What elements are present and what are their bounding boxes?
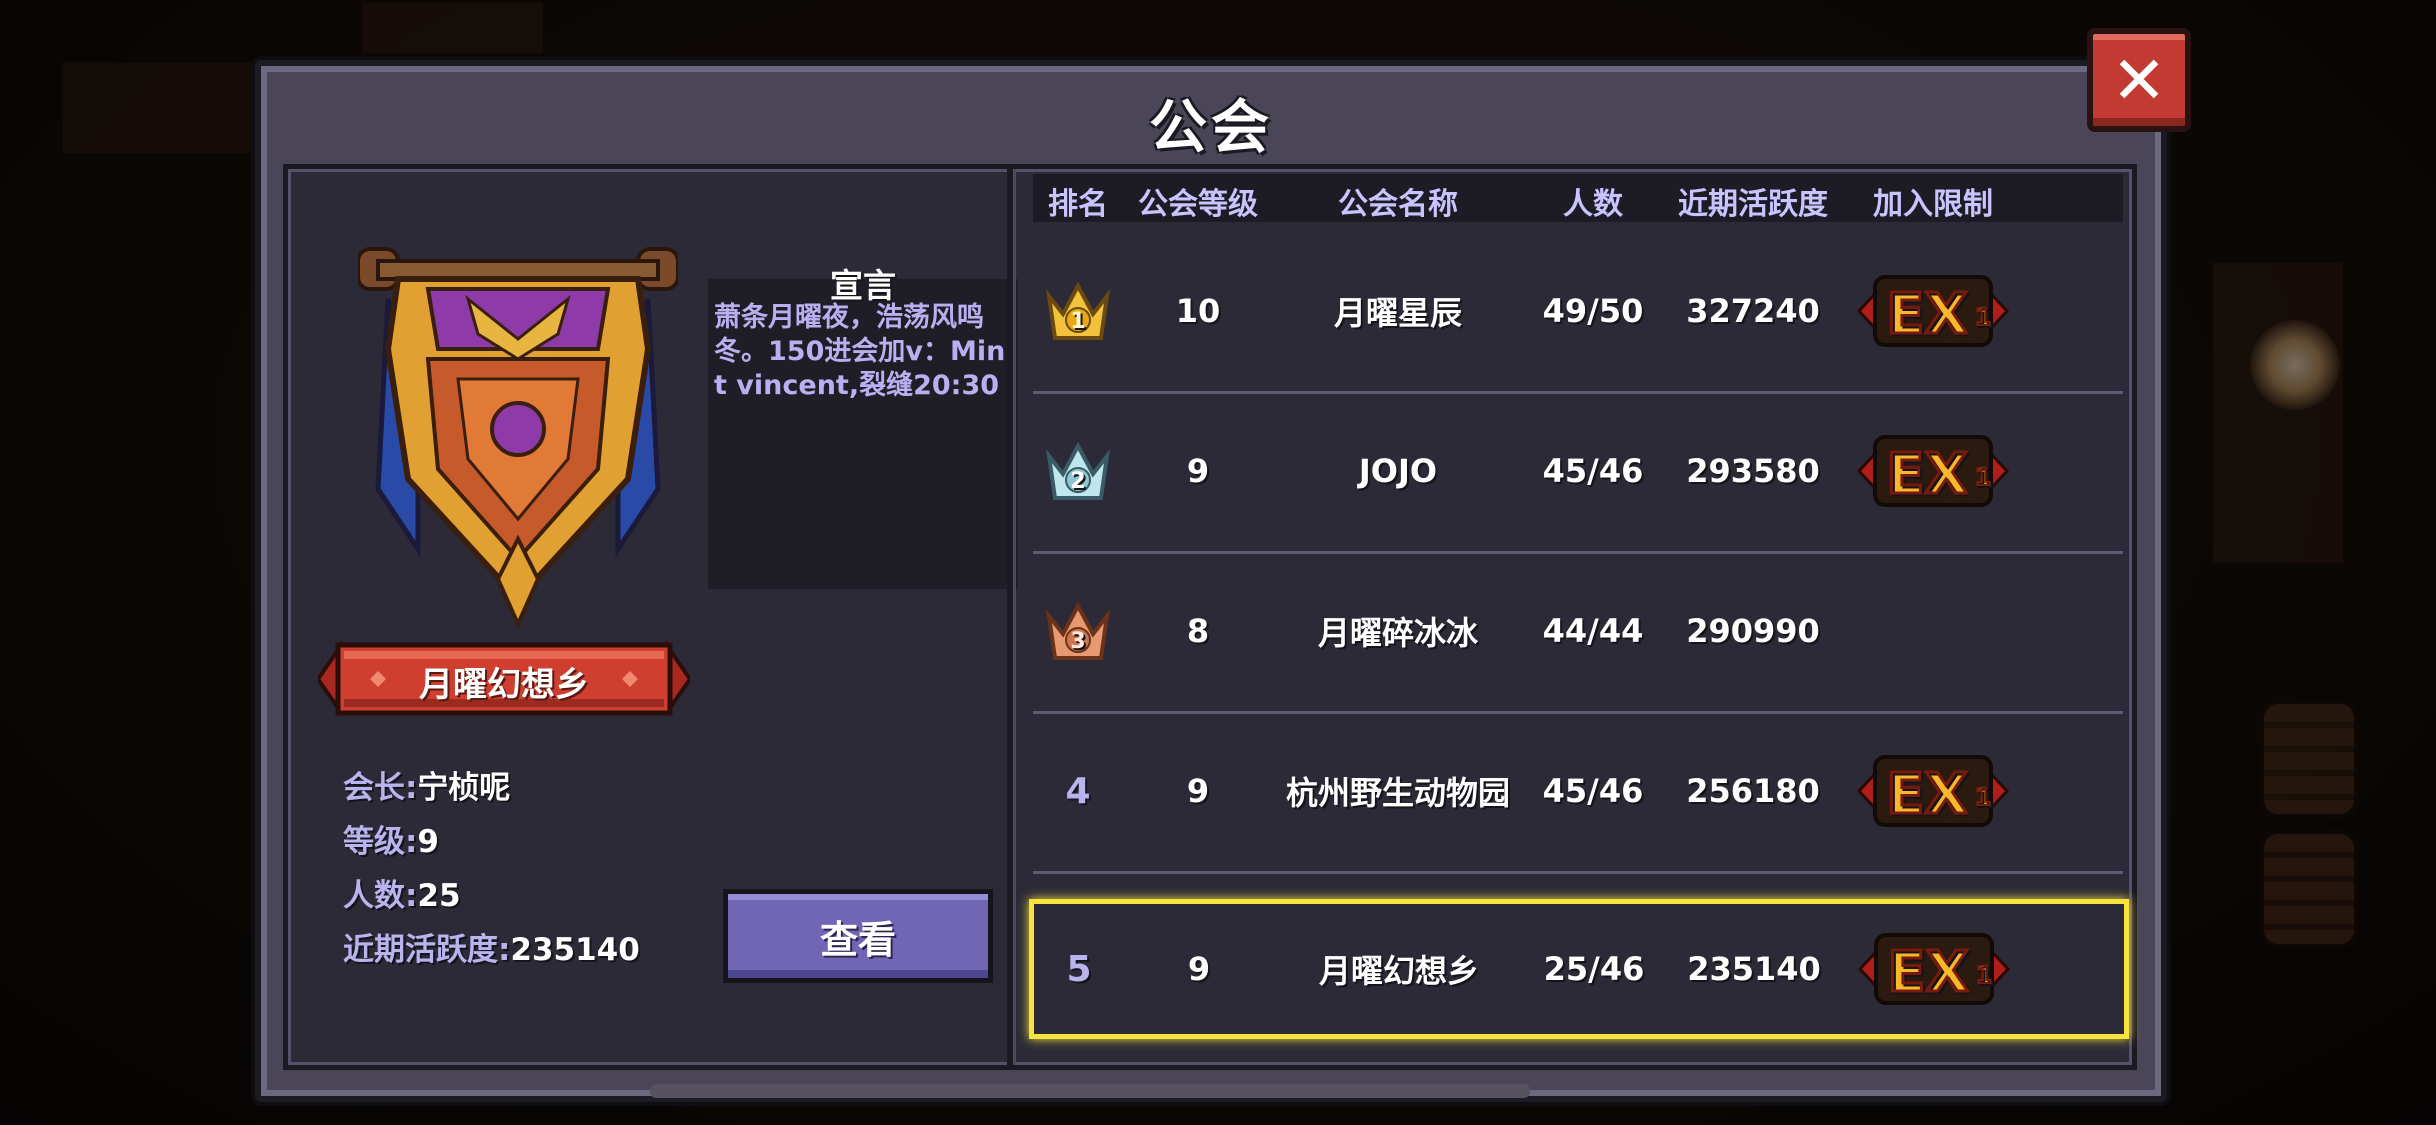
leader-value: 宁桢呢 bbox=[417, 770, 511, 806]
guild-level: 等级:9 bbox=[343, 816, 439, 861]
rank-number: 4 bbox=[1065, 770, 1091, 812]
ex-text: EX bbox=[1887, 940, 1968, 1005]
table-row[interactable]: 1 10 月曜星辰 49/50 327240 EX 1 bbox=[1033, 231, 2123, 394]
guild-ranking-table: 排名 公会等级 公会名称 人数 近期活跃度 加入限制 1 10 月曜星辰 49/… bbox=[1029, 169, 2129, 1065]
activity-label: 近期活跃度: bbox=[343, 932, 511, 968]
guild-members-cell: 44/44 bbox=[1542, 612, 1644, 650]
guild-activity-cell: 293580 bbox=[1686, 452, 1820, 490]
table-row[interactable]: 4 9 杭州野生动物园 45/46 256180 EX 1 bbox=[1033, 711, 2123, 874]
guild-name-cell: 月曜星辰 bbox=[1333, 294, 1462, 332]
gold-crown-icon: 1 bbox=[1033, 231, 1123, 391]
ex-restriction-badge-icon: EX 1 bbox=[1844, 904, 2024, 1034]
manifesto-title: 宣言 bbox=[830, 266, 896, 305]
bottom-scroll-bar bbox=[650, 1084, 1530, 1098]
ex-restriction-badge-icon: EX 1 bbox=[1843, 231, 2023, 391]
view-button[interactable]: 查看 bbox=[723, 889, 993, 983]
panel-title: 公会 bbox=[1148, 93, 1273, 161]
guild-level-cell: 8 bbox=[1186, 612, 1210, 650]
restriction-cell bbox=[1843, 551, 2023, 711]
panel-content: 月曜幻想乡 会长:宁桢呢 等级:9 人数:25 近期活跃度:235140 宣言 … bbox=[283, 164, 2137, 1070]
guild-activity-cell: 290990 bbox=[1686, 612, 1820, 650]
ex-text: EX bbox=[1886, 762, 1967, 827]
guild-members-cell: 45/46 bbox=[1542, 452, 1644, 490]
guild-level-cell: 9 bbox=[1187, 950, 1211, 988]
header-members: 人数 bbox=[1563, 187, 1623, 222]
header-rank: 排名 bbox=[1048, 187, 1108, 222]
guild-name-cell: 月曜幻想乡 bbox=[1318, 952, 1479, 990]
guild-leader: 会长:宁桢呢 bbox=[343, 762, 510, 807]
silver-crown-icon: 2 bbox=[1033, 391, 1123, 551]
guild-name-cell: 月曜碎冰冰 bbox=[1317, 614, 1478, 652]
guild-level-cell: 9 bbox=[1186, 772, 1210, 810]
header-activity: 近期活跃度 bbox=[1678, 187, 1828, 222]
ex-level: 1 bbox=[1976, 961, 1993, 989]
guild-members: 人数:25 bbox=[343, 870, 461, 915]
ex-text: EX bbox=[1886, 282, 1967, 347]
ex-level: 1 bbox=[1975, 783, 1992, 811]
bronze-crown-icon: 3 bbox=[1033, 551, 1123, 711]
column-divider bbox=[1007, 169, 1013, 1065]
table-row-selected[interactable]: 5 9 月曜幻想乡 25/46 235140 EX 1 bbox=[1029, 899, 2129, 1039]
manifesto-text: 萧条月曜夜，浩荡风鸣冬。150进会加v：Mint vincent,裂缝20:30 bbox=[714, 302, 1006, 401]
rank-number: 2 bbox=[1070, 469, 1085, 494]
leader-label: 会长: bbox=[343, 770, 418, 806]
guild-members-cell: 25/46 bbox=[1543, 950, 1645, 988]
ex-restriction-badge-icon: EX 1 bbox=[1843, 711, 2023, 871]
guild-activity: 近期活跃度:235140 bbox=[343, 924, 640, 969]
guild-detail: 月曜幻想乡 会长:宁桢呢 等级:9 人数:25 近期活跃度:235140 宣言 … bbox=[318, 169, 1018, 1065]
guild-members-cell: 45/46 bbox=[1542, 772, 1644, 810]
guild-name: 月曜幻想乡 bbox=[419, 665, 589, 705]
activity-value: 235140 bbox=[510, 932, 640, 968]
guild-activity-cell: 327240 bbox=[1686, 292, 1820, 330]
close-icon: ✕ bbox=[2111, 41, 2167, 119]
header-restriction: 加入限制 bbox=[1873, 187, 1993, 222]
rank-number: 3 bbox=[1070, 629, 1085, 654]
close-button[interactable]: ✕ bbox=[2087, 28, 2191, 132]
members-label: 人数: bbox=[343, 878, 418, 914]
members-value: 25 bbox=[417, 878, 461, 914]
ex-level: 1 bbox=[1975, 463, 1992, 491]
level-label: 等级: bbox=[343, 824, 418, 860]
rank-number: 5 bbox=[1066, 948, 1092, 990]
rank-number: 1 bbox=[1070, 309, 1085, 334]
guild-emblem-icon bbox=[358, 247, 678, 629]
guild-activity-cell: 235140 bbox=[1687, 950, 1821, 988]
ex-level: 1 bbox=[1975, 303, 1992, 331]
table-row[interactable]: 2 9 JOJO 45/46 293580 EX 1 bbox=[1033, 391, 2123, 554]
guild-members-cell: 49/50 bbox=[1542, 292, 1644, 330]
table-header: 排名 公会等级 公会名称 人数 近期活跃度 加入限制 bbox=[1033, 174, 2123, 222]
guild-activity-cell: 256180 bbox=[1686, 772, 1820, 810]
guild-level-cell: 10 bbox=[1175, 292, 1221, 330]
guild-name-cell: JOJO bbox=[1358, 452, 1438, 490]
header-level: 公会等级 bbox=[1138, 187, 1258, 222]
guild-panel: 公会 月曜幻想乡 会长:宁桢呢 等级:9 人数:25 近期活跃度:235140 … bbox=[255, 60, 2167, 1102]
guild-level-cell: 9 bbox=[1186, 452, 1210, 490]
guild-name-cell: 杭州野生动物园 bbox=[1285, 774, 1510, 812]
table-row[interactable]: 3 8 月曜碎冰冰 44/44 290990 bbox=[1033, 551, 2123, 714]
ex-restriction-badge-icon: EX 1 bbox=[1843, 391, 2023, 551]
header-name: 公会名称 bbox=[1338, 187, 1458, 222]
level-value: 9 bbox=[417, 824, 439, 860]
ex-text: EX bbox=[1886, 442, 1967, 507]
